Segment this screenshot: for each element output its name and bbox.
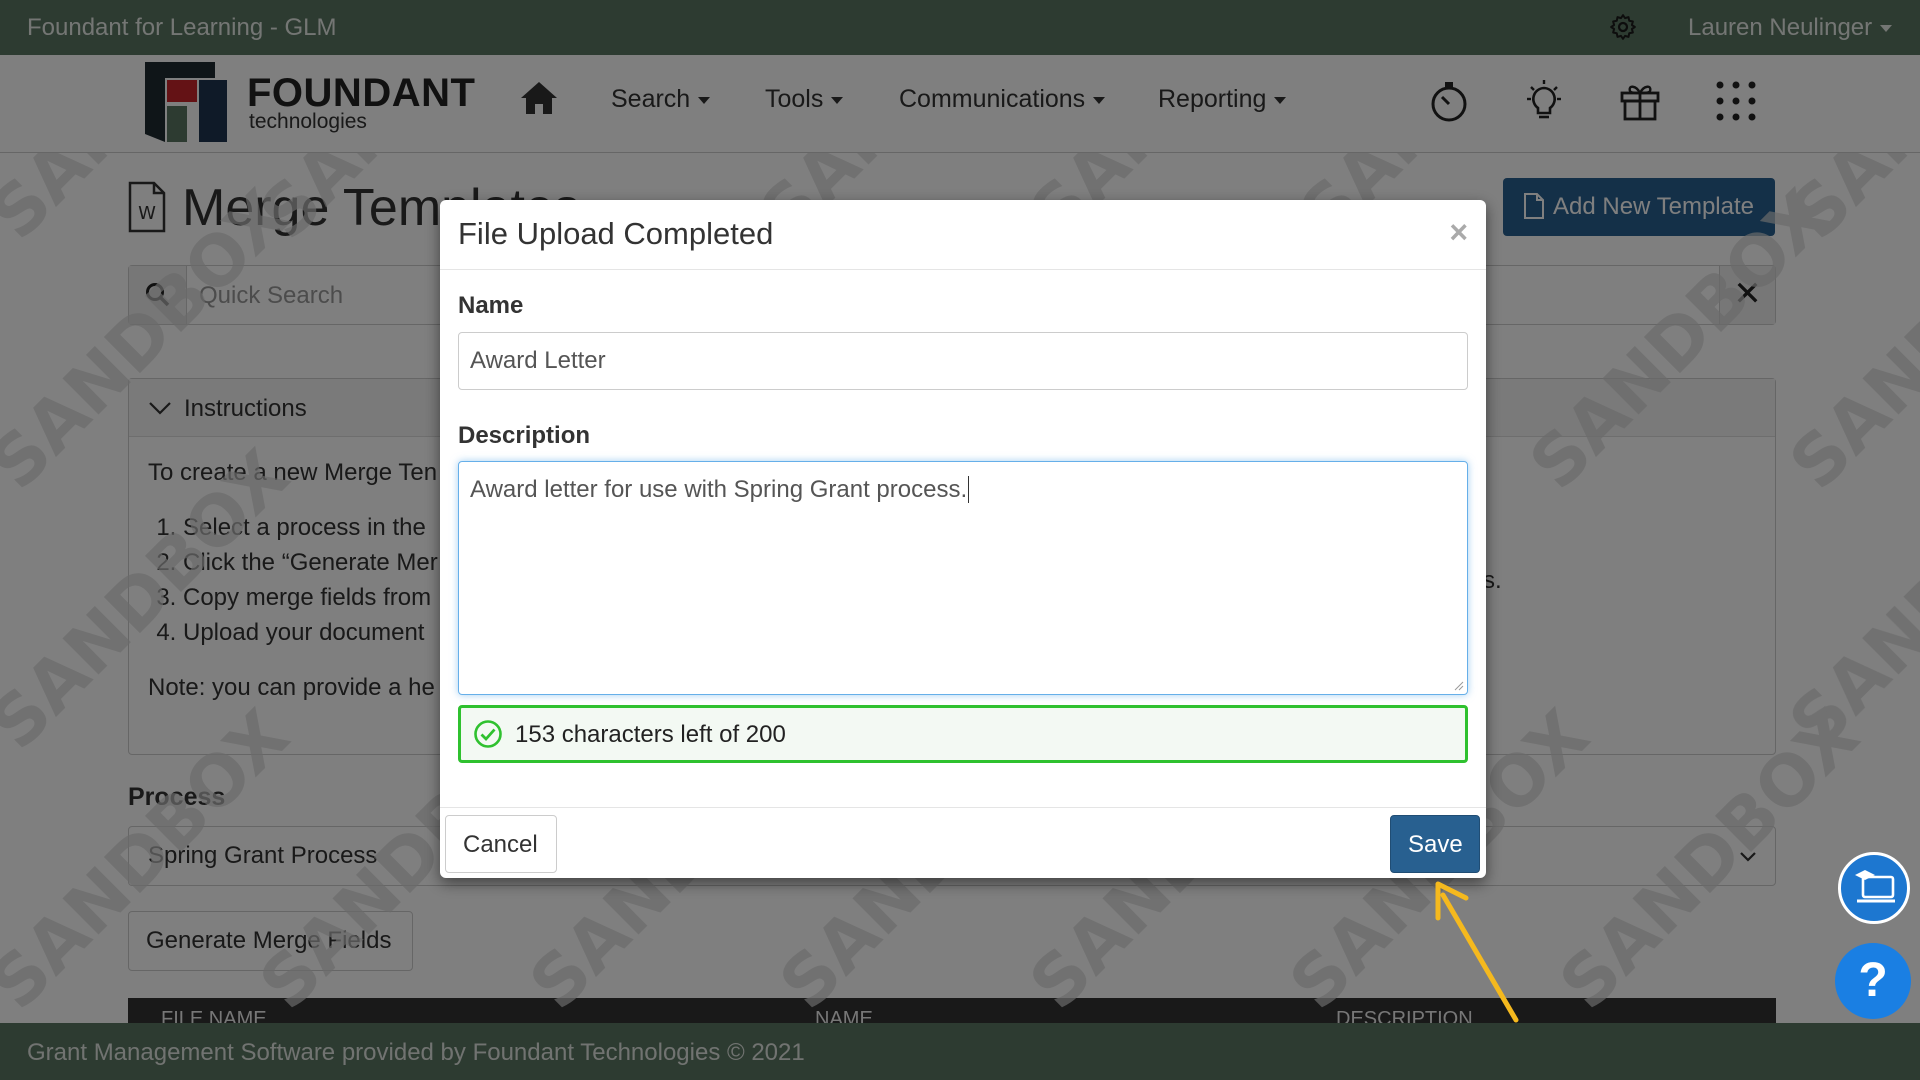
training-widget-button[interactable]: [1838, 852, 1910, 924]
description-textarea[interactable]: Award letter for use with Spring Grant p…: [458, 461, 1468, 695]
help-button[interactable]: ?: [1835, 943, 1911, 1019]
text-cursor: ​: [968, 476, 970, 503]
laptop-graduation-icon: [1855, 870, 1895, 903]
description-value: Award letter for use with Spring Grant p…: [470, 476, 968, 503]
cancel-button[interactable]: Cancel: [445, 815, 557, 873]
name-field-value: Award Letter: [470, 347, 606, 374]
character-count-text: 153 characters left of 200: [515, 721, 786, 748]
modal-footer: Cancel Save: [440, 807, 1486, 878]
question-mark-icon: ?: [1858, 954, 1888, 1007]
modal-header: File Upload Completed ×: [440, 200, 1486, 270]
description-label: Description: [458, 422, 591, 449]
name-field[interactable]: Award Letter: [458, 332, 1468, 390]
check-circle-icon: [474, 720, 502, 748]
close-icon: ×: [1449, 214, 1468, 250]
resize-grip-icon[interactable]: [1454, 681, 1464, 691]
modal-title: File Upload Completed: [458, 216, 774, 251]
modal-close-button[interactable]: ×: [1449, 214, 1468, 251]
name-label: Name: [458, 292, 524, 319]
file-upload-modal: File Upload Completed × Name Award Lette…: [440, 200, 1486, 878]
save-button[interactable]: Save: [1390, 815, 1480, 873]
character-count-status: 153 characters left of 200: [458, 705, 1468, 763]
cancel-label: Cancel: [463, 831, 538, 858]
save-label: Save: [1408, 831, 1463, 858]
